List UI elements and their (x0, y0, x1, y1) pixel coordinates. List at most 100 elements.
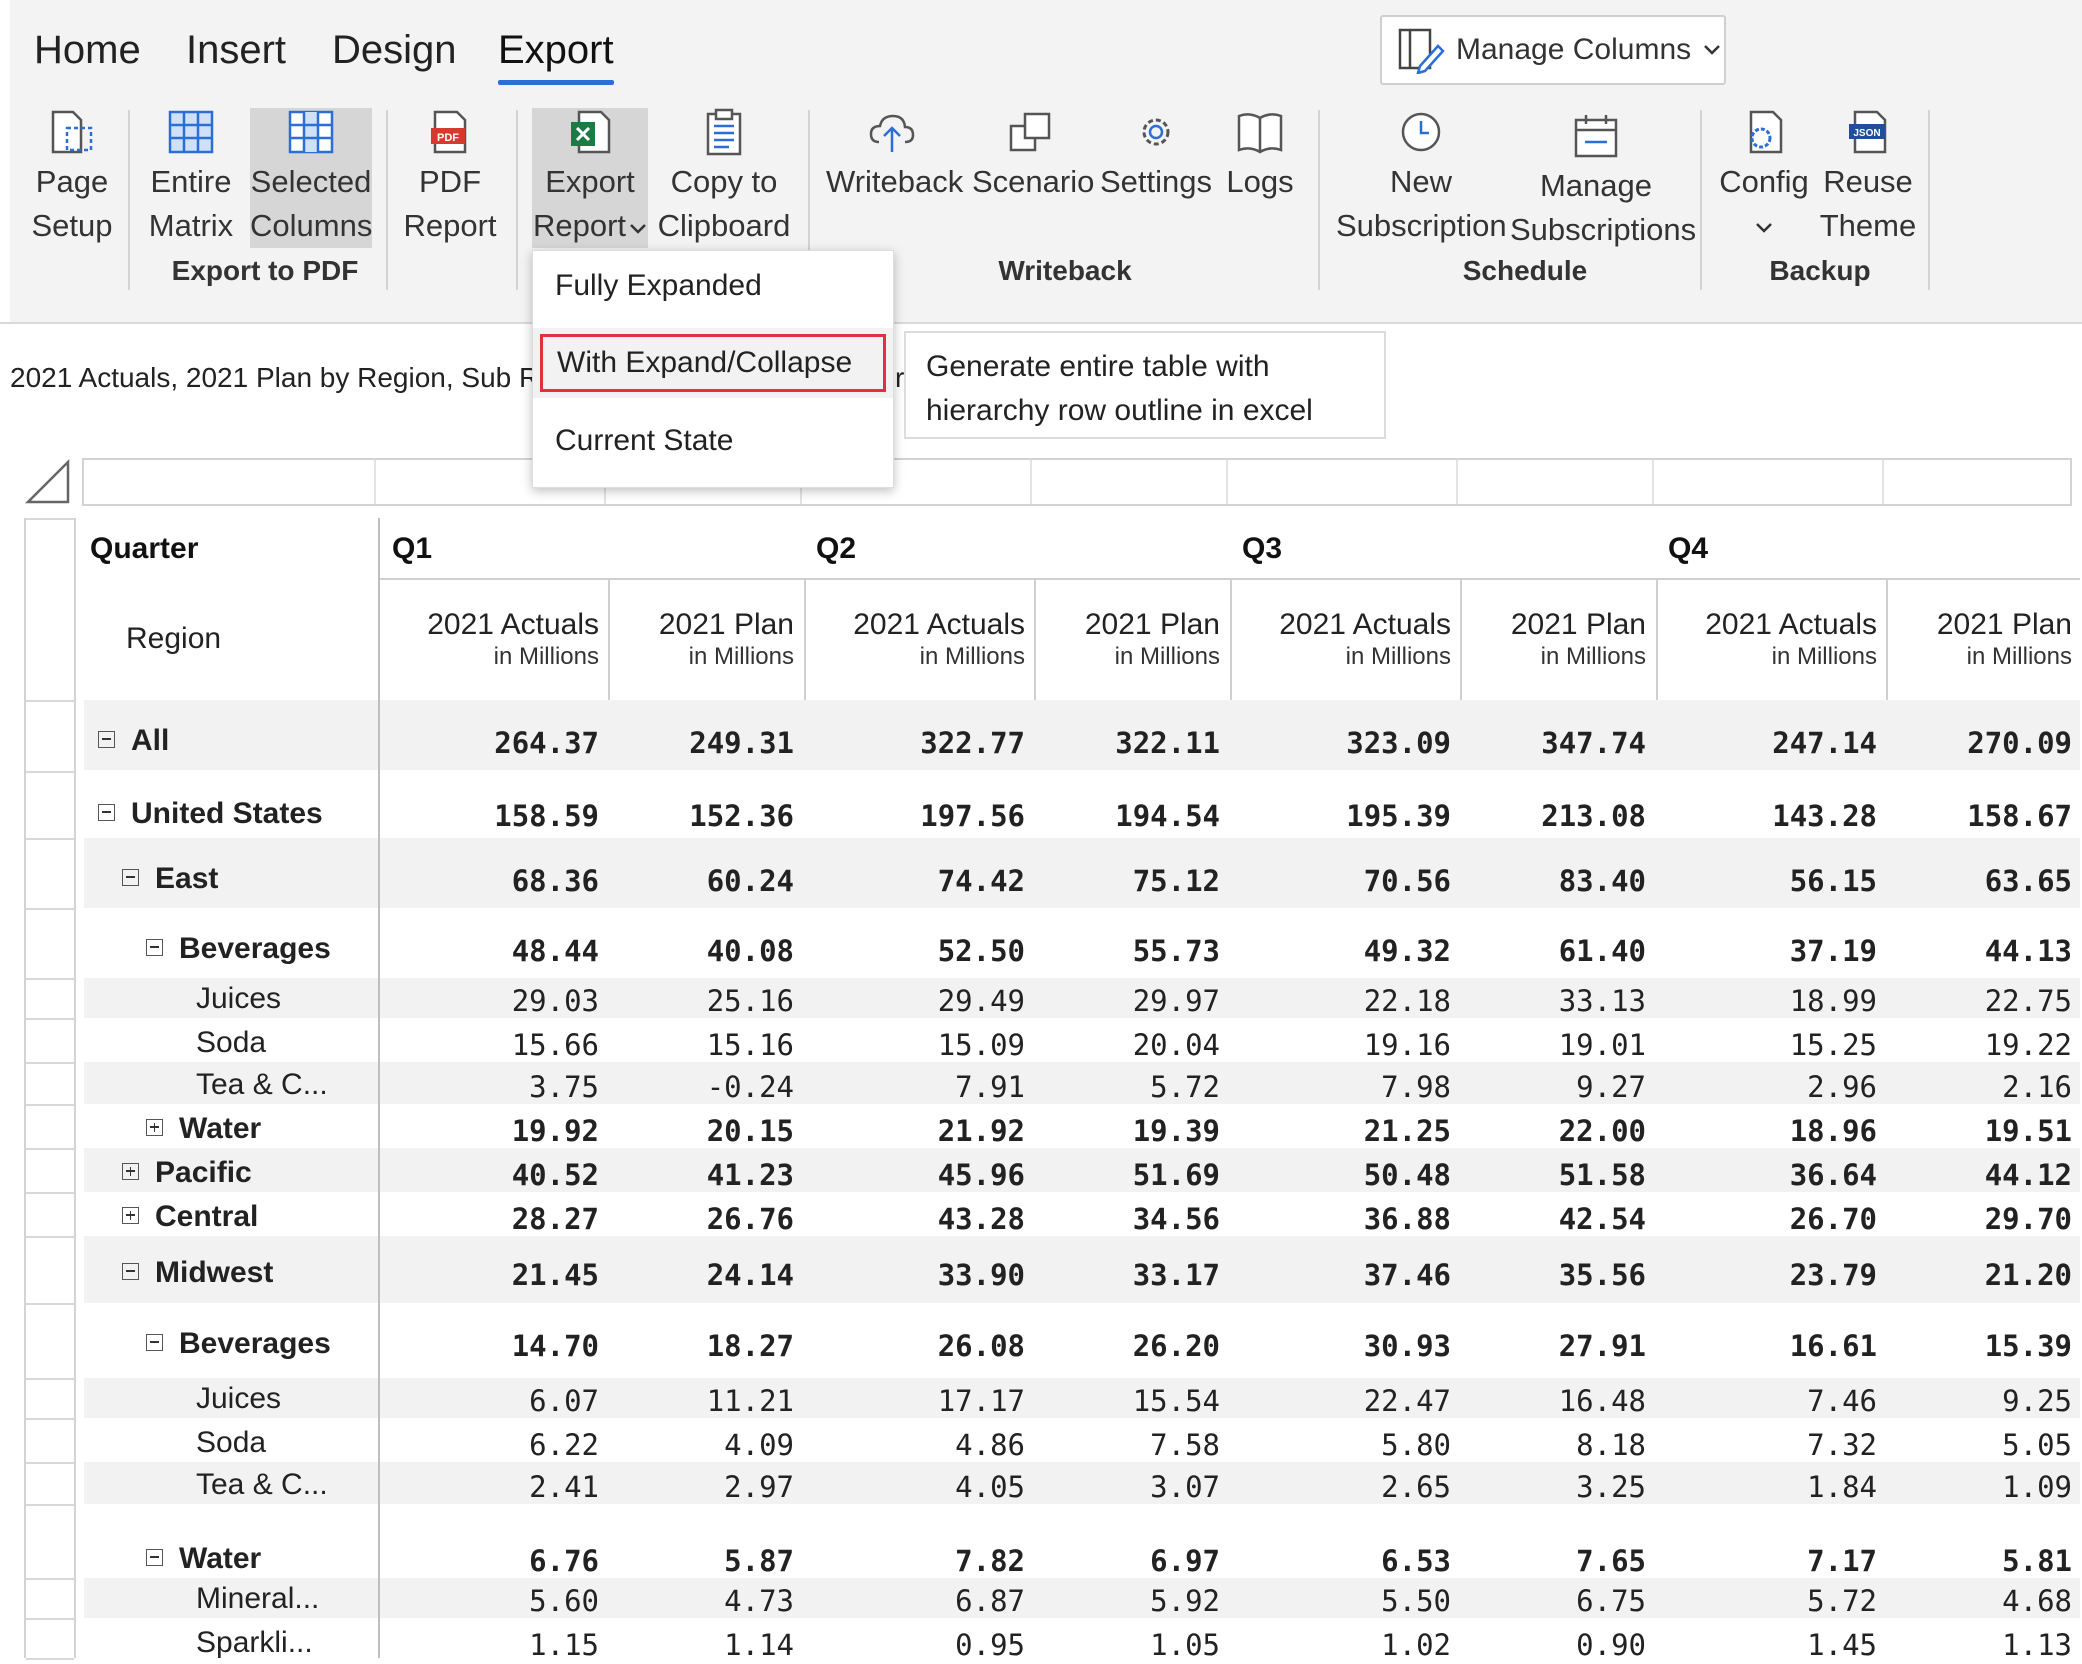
value-cell: 22.47 (1363, 1384, 1451, 1418)
row-label: Water (146, 1112, 261, 1146)
collapse-icon[interactable] (146, 938, 163, 956)
value-cell: 213.08 (1541, 799, 1646, 833)
export-report-button[interactable]: Export Report (532, 108, 648, 248)
row-label: Beverages (146, 932, 331, 966)
menu-item-current-state[interactable]: Current State (533, 406, 893, 476)
entire-matrix-button[interactable]: Entire Matrix (140, 108, 242, 248)
config-button[interactable]: Config (1716, 108, 1812, 248)
measure-header-unit: in Millions (1771, 643, 1877, 670)
row-label-text: Midwest (155, 1256, 274, 1289)
value-cell: 4.86 (955, 1428, 1025, 1462)
value-cell: 1.05 (1150, 1628, 1220, 1662)
gear-icon (1142, 118, 1170, 146)
expand-icon[interactable] (122, 1206, 139, 1224)
region-header: Region (126, 622, 222, 655)
value-cell: 3.25 (1576, 1470, 1646, 1504)
row-divider (26, 1504, 74, 1506)
row-label: Juices (196, 982, 281, 1016)
row-divider (26, 978, 74, 980)
value-cell: 48.44 (511, 934, 599, 968)
tab-home[interactable]: Home (34, 28, 141, 73)
measure-header: 2021 Plan in Millions (1511, 608, 1646, 672)
quarter-q1[interactable]: Q1 (392, 532, 432, 566)
quarter-q4[interactable]: Q4 (1668, 532, 1708, 566)
value-cell: 4.68 (2002, 1584, 2072, 1618)
value-cell: 74.42 (937, 864, 1025, 898)
row-number-column (24, 518, 76, 1660)
value-cell: 40.52 (511, 1158, 599, 1192)
value-cell: 0.90 (1576, 1628, 1646, 1662)
value-cell: 68.36 (511, 864, 599, 898)
menu-item-fully-expanded[interactable]: Fully Expanded (533, 251, 893, 321)
selected-columns-button[interactable]: Selected Columns (250, 108, 372, 248)
writeback-button[interactable]: Writeback (826, 108, 963, 204)
new-subscription-button[interactable]: New Subscription (1336, 108, 1507, 248)
quarter-q3[interactable]: Q3 (1242, 532, 1282, 566)
export-report-label-1: Export (545, 164, 635, 199)
value-cell: 21.45 (511, 1258, 599, 1292)
value-cell: 26.76 (706, 1202, 794, 1236)
reuse-theme-label-2: Theme (1819, 208, 1917, 243)
cloud-upload-icon (869, 114, 915, 152)
measure-header-unit: in Millions (688, 643, 794, 670)
manage-columns-button[interactable]: Manage Columns (1380, 15, 1726, 85)
scenario-button[interactable]: Scenario (972, 108, 1094, 204)
excel-icon (571, 110, 611, 154)
entire-matrix-label-2: Matrix (148, 208, 234, 243)
collapse-icon[interactable] (146, 1548, 163, 1566)
value-cell: 3.75 (529, 1070, 599, 1104)
row-label: Mineral... (196, 1582, 319, 1616)
row-label: Central (122, 1200, 258, 1234)
value-cell: 5.60 (529, 1584, 599, 1618)
new-subscription-label-2: Subscription (1336, 208, 1507, 243)
header-divider (378, 578, 2080, 580)
row-label-text: Tea & C... (196, 1068, 328, 1101)
collapse-icon[interactable] (146, 1333, 163, 1351)
row-label-text: Beverages (179, 1327, 331, 1360)
new-subscription-label-1: New (1389, 164, 1452, 199)
page-setup-button[interactable]: Page Setup (26, 108, 118, 248)
logs-button[interactable]: Logs (1222, 108, 1298, 204)
reuse-theme-button[interactable]: JSON Reuse Theme (1818, 108, 1918, 248)
collapse-icon[interactable] (98, 803, 115, 821)
row-label: Sparkli... (196, 1626, 313, 1660)
row-label: Pacific (122, 1156, 252, 1190)
row-divider (26, 1104, 74, 1106)
tab-design[interactable]: Design (332, 28, 457, 73)
table-row: Mineral... 5.60 4.73 6.87 5.92 5.50 6.75 5.72 4.… (84, 1578, 2080, 1618)
measure-header-title: 2021 Plan (1510, 608, 1646, 641)
row-label-text: Sparkli... (196, 1626, 313, 1659)
value-cell: 322.77 (920, 726, 1025, 760)
column-divider (608, 578, 610, 700)
separator (1700, 110, 1702, 290)
value-cell: 4.73 (724, 1584, 794, 1618)
value-cell: 55.73 (1132, 934, 1220, 968)
pdf-report-button[interactable]: PDF PDF Report (402, 108, 498, 248)
value-cell: 22.75 (1984, 984, 2072, 1018)
menu-item-with-expand-collapse[interactable]: With Expand/Collapse (540, 334, 886, 392)
tab-insert[interactable]: Insert (186, 28, 286, 73)
select-all-corner-icon[interactable] (24, 458, 72, 506)
collapse-icon[interactable] (98, 730, 115, 748)
expand-icon[interactable] (146, 1118, 163, 1136)
table-row: Water 19.92 20.15 21.92 19.39 21.25 22.00 18.96… (84, 1104, 2080, 1148)
table-row: Soda 6.22 4.09 4.86 7.58 5.80 8.18 7.32 5.05 (84, 1418, 2080, 1462)
value-cell: 270.09 (1967, 726, 2072, 760)
row-label: All (98, 724, 169, 758)
table-row: Midwest 21.45 24.14 33.90 33.17 37.46 35.56 23.… (84, 1236, 2080, 1303)
expand-icon[interactable] (122, 1162, 139, 1180)
quarter-q2[interactable]: Q2 (816, 532, 856, 566)
collapse-icon[interactable] (122, 868, 139, 886)
row-divider (26, 700, 74, 702)
value-cell: 6.22 (529, 1428, 599, 1462)
value-cell: 50.48 (1363, 1158, 1451, 1192)
manage-subscriptions-button[interactable]: Manage Subscriptions (1510, 112, 1696, 252)
column-divider (378, 518, 380, 1658)
value-cell: 29.03 (511, 984, 599, 1018)
collapse-icon[interactable] (122, 1262, 139, 1280)
settings-button[interactable]: Settings (1100, 108, 1212, 204)
value-cell: 20.15 (706, 1114, 794, 1148)
tab-export[interactable]: Export (498, 28, 614, 85)
copy-clipboard-button[interactable]: Copy to Clipboard (656, 108, 792, 248)
value-cell: 323.09 (1346, 726, 1451, 760)
